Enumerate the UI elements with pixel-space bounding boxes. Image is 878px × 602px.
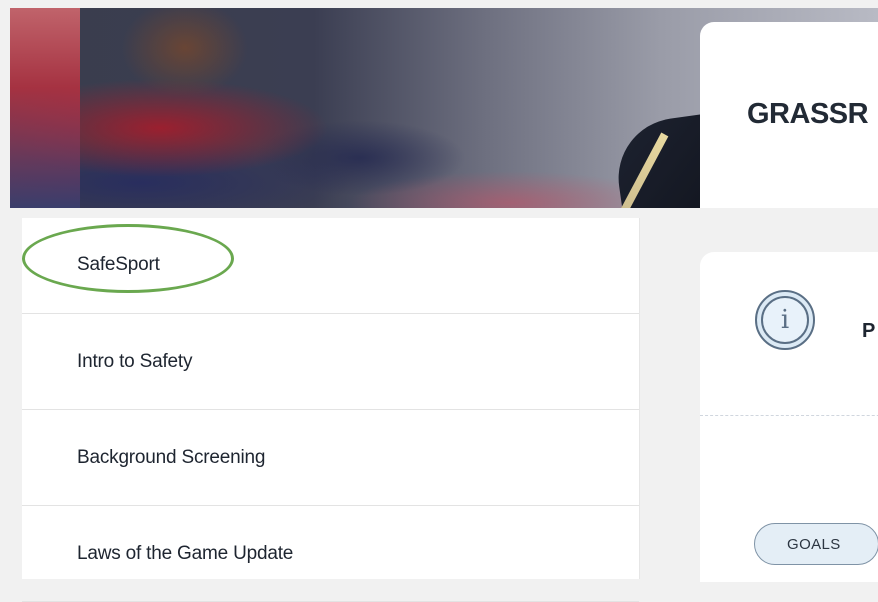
info-icon: i	[755, 290, 815, 350]
tag-goals[interactable]: GOALS	[754, 523, 878, 565]
sidebar-item-label: Background Screening	[77, 446, 266, 468]
title-card: GRASSR	[700, 22, 878, 208]
sidebar-nav: SafeSport Intro to Safety Background Scr…	[22, 218, 640, 602]
sidebar-item-background-screening[interactable]: Background Screening	[22, 410, 639, 506]
info-card-heading: P	[862, 320, 876, 342]
page-title: GRASSR	[747, 98, 869, 130]
divider	[700, 415, 878, 416]
sidebar-item-safesport[interactable]: SafeSport	[22, 218, 639, 314]
sidebar-item-label: Laws of the Game Update	[77, 542, 294, 564]
sidebar-item-intro-to-safety[interactable]: Intro to Safety	[22, 314, 639, 410]
sidebar-item-label: SafeSport	[77, 253, 160, 275]
info-card: i P GOALS	[700, 252, 878, 582]
sidebar-item-label: Intro to Safety	[77, 350, 193, 372]
hero-photo-player	[10, 8, 80, 208]
sidebar-item-laws-of-the-game-update[interactable]: Laws of the Game Update	[22, 506, 639, 602]
info-icon-glyph: i	[761, 296, 809, 344]
